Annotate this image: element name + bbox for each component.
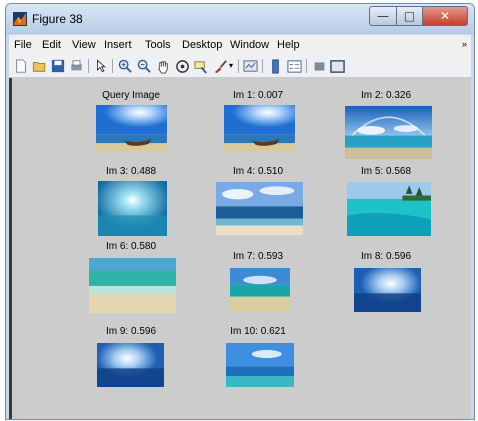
link-icon[interactable] [242,58,258,74]
matlab-icon [13,12,27,26]
result-label-10: Im 10: 0.621 [230,326,286,337]
menu-tools[interactable]: Tools [145,39,171,51]
result-image-8 [354,268,421,312]
menu-bar: File Edit View Insert Tools Desktop Wind… [9,35,471,55]
new-figure-icon[interactable] [13,58,29,74]
result-image-9 [97,343,164,387]
minimize-button[interactable]: — [369,6,397,26]
brush-icon[interactable] [212,58,228,74]
close-button[interactable]: ✕ [423,6,468,26]
canvas-left-edge [9,78,12,419]
result-image-10 [226,343,294,387]
menu-file[interactable]: File [14,39,32,51]
show-plot-tools-icon[interactable] [329,58,345,74]
legend-icon[interactable] [286,58,302,74]
menu-window[interactable]: Window [230,39,269,51]
window-title: Figure 38 [32,12,83,26]
pointer-icon[interactable] [93,58,109,74]
title-bar[interactable]: Figure 38 — □ ✕ [6,4,474,34]
figure-toolbar: ▾ [9,55,471,78]
result-label-6: Im 6: 0.580 [105,241,157,252]
query-image [96,105,167,151]
result-label-5: Im 5: 0.568 [360,166,412,177]
result-image-6 [89,258,176,313]
rotate-3d-icon[interactable] [174,58,190,74]
figure-window: Figure 38 — □ ✕ File Edit View Insert To… [5,3,475,420]
data-cursor-icon[interactable] [193,58,209,74]
maximize-button[interactable]: □ [397,6,423,26]
menu-desktop[interactable]: Desktop [182,39,222,51]
result-image-1 [224,105,295,151]
figure-canvas: Query Image Im 1: 0.007 Im 2: 0.326 Im 3… [9,78,471,419]
result-image-5 [347,182,431,236]
zoom-out-icon[interactable] [136,58,152,74]
result-image-7 [230,268,290,311]
colorbar-icon[interactable] [267,58,283,74]
result-label-9: Im 9: 0.596 [105,326,157,337]
result-label-4: Im 4: 0.510 [232,166,284,177]
query-image-label: Query Image [102,90,160,101]
brush-dropdown-icon[interactable]: ▾ [227,58,235,74]
result-image-3 [98,181,167,236]
zoom-in-icon[interactable] [117,58,133,74]
menu-view[interactable]: View [72,39,96,51]
result-label-7: Im 7: 0.593 [232,251,284,262]
result-label-2: Im 2: 0.326 [360,90,412,101]
print-icon[interactable] [68,58,84,74]
result-label-3: Im 3: 0.488 [105,166,157,177]
hide-plot-tools-icon[interactable] [311,58,327,74]
menu-help[interactable]: Help [277,39,300,51]
result-image-4 [216,182,303,235]
result-label-1: Im 1: 0.007 [232,90,284,101]
menu-insert[interactable]: Insert [104,39,132,51]
result-image-2 [345,106,432,159]
menu-overflow-icon[interactable]: » [462,39,467,49]
result-label-8: Im 8: 0.596 [360,251,412,262]
open-file-icon[interactable] [31,58,47,74]
pan-icon[interactable] [155,58,171,74]
save-icon[interactable] [50,58,66,74]
menu-edit[interactable]: Edit [42,39,61,51]
